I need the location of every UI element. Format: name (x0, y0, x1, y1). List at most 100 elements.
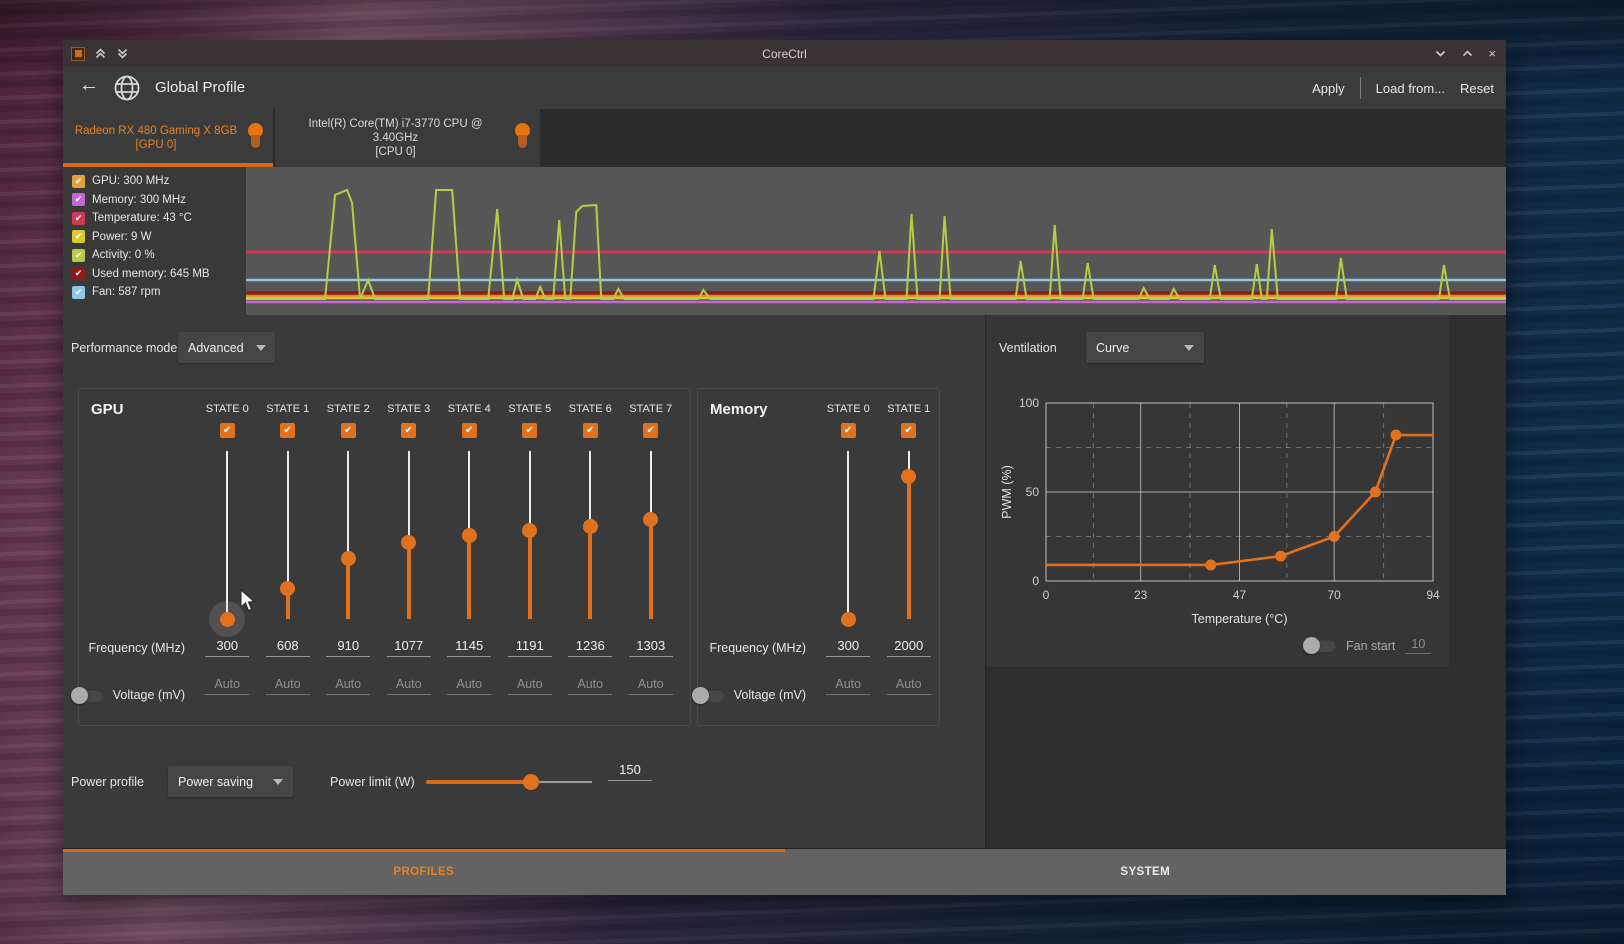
slider-handle[interactable] (280, 581, 295, 596)
load-from-button[interactable]: Load from... (1376, 81, 1445, 96)
gpu-voltage-value-0[interactable]: Auto (205, 677, 249, 695)
memory-voltage-toggle[interactable] (693, 689, 725, 702)
gpu-frequency-value-1[interactable]: 608 (266, 638, 310, 657)
gpu-voltage-value-2[interactable]: Auto (326, 677, 370, 695)
footer-tab-profiles[interactable]: PROFILES (63, 849, 785, 895)
memory-state-checkbox-0[interactable]: ✔ (841, 423, 856, 438)
gpu-state-checkbox-7[interactable]: ✔ (643, 423, 658, 438)
slider-handle[interactable] (341, 551, 356, 566)
slider-handle[interactable] (901, 469, 916, 484)
slider-handle[interactable] (583, 519, 598, 534)
device-tab-cpu[interactable]: Intel(R) Core(TM) i7-3770 CPU @ 3.40GHz[… (275, 109, 540, 167)
slider-handle[interactable] (523, 774, 539, 790)
minimize-button[interactable] (1434, 47, 1447, 60)
device-pin-icon (514, 123, 530, 148)
fan-curve-point-3[interactable] (1370, 487, 1381, 498)
legend-item[interactable]: ✔Memory: 300 MHz (63, 191, 246, 210)
gpu-state-slider-3[interactable] (379, 445, 440, 633)
legend-checkbox[interactable]: ✔ (72, 286, 85, 299)
legend-item[interactable]: ✔ Activity: 0 % (63, 246, 246, 265)
gpu-frequency-value-4[interactable]: 1145 (447, 638, 491, 657)
legend-checkbox[interactable]: ✔ (72, 230, 85, 243)
fan-curve-point-0[interactable] (1205, 559, 1216, 570)
legend-checkbox[interactable]: ✔ (72, 249, 85, 262)
device-tab-gpu[interactable]: Radeon RX 480 Gaming X 8GB[GPU 0] (63, 109, 273, 167)
device-tab-bar: Radeon RX 480 Gaming X 8GB[GPU 0]Intel(R… (63, 109, 1506, 167)
gpu-state-checkbox-2[interactable]: ✔ (341, 423, 356, 438)
back-button[interactable]: ← (79, 74, 99, 97)
slider-handle[interactable] (643, 512, 658, 527)
legend-checkbox[interactable]: ✔ (72, 175, 85, 188)
gpu-voltage-value-4[interactable]: Auto (447, 677, 491, 695)
chevron-down-icon (1184, 345, 1194, 351)
legend-item[interactable]: ✔ Used memory: 645 MB (63, 265, 246, 284)
ventilation-mode-dropdown[interactable]: Curve (1086, 332, 1204, 363)
gpu-state-checkbox-1[interactable]: ✔ (280, 423, 295, 438)
fan-start-toggle[interactable] (1304, 639, 1336, 652)
memory-frequency-value-1[interactable]: 2000 (887, 638, 931, 657)
slider-handle[interactable] (220, 612, 235, 627)
gpu-state-slider-2[interactable] (318, 445, 379, 633)
gpu-state-slider-1[interactable] (258, 445, 319, 633)
legend-item[interactable]: ✔GPU: 300 MHz (63, 172, 246, 191)
gpu-voltage-value-5[interactable]: Auto (508, 677, 552, 695)
shade-up-icon[interactable] (93, 47, 107, 61)
gpu-state-checkbox-3[interactable]: ✔ (401, 423, 416, 438)
reset-button[interactable]: Reset (1460, 81, 1494, 96)
slider-handle[interactable] (522, 523, 537, 538)
gpu-state-slider-5[interactable] (500, 445, 561, 633)
gpu-state-label-3: STATE 3 (379, 395, 440, 423)
close-button[interactable]: × (1488, 47, 1496, 60)
legend-item[interactable]: ✔Power: 9 W (63, 228, 246, 247)
memory-state-slider-1[interactable] (879, 445, 940, 633)
selected-tab-indicator (63, 849, 785, 852)
gpu-frequency-value-0[interactable]: 300 (205, 638, 249, 657)
performance-mode-dropdown[interactable]: Advanced (178, 332, 275, 363)
memory-voltage-value-0[interactable]: Auto (826, 677, 870, 695)
gpu-state-checkbox-5[interactable]: ✔ (522, 423, 537, 438)
legend-checkbox[interactable]: ✔ (72, 212, 85, 225)
fan-curve-point-1[interactable] (1275, 551, 1286, 562)
legend-checkbox[interactable]: ✔ (72, 193, 85, 206)
legend-label: Used memory: 645 MB (92, 268, 210, 280)
gpu-state-checkbox-0[interactable]: ✔ (220, 423, 235, 438)
gpu-frequency-value-7[interactable]: 1303 (629, 638, 673, 657)
legend-label: Activity: 0 % (92, 249, 155, 261)
gpu-states-group: GPUSTATE 0STATE 1STATE 2STATE 3STATE 4ST… (78, 388, 691, 726)
gpu-frequency-value-2[interactable]: 910 (326, 638, 370, 657)
gpu-voltage-toggle[interactable] (72, 689, 104, 702)
legend-item[interactable]: ✔Temperature: 43 °C (63, 209, 246, 228)
memory-voltage-value-1[interactable]: Auto (887, 677, 931, 695)
maximize-button[interactable] (1461, 47, 1474, 60)
gpu-frequency-value-3[interactable]: 1077 (387, 638, 431, 657)
gpu-frequency-value-5[interactable]: 1191 (508, 638, 552, 657)
power-limit-slider[interactable] (426, 773, 592, 791)
apply-button[interactable]: Apply (1312, 81, 1345, 96)
fan-curve-point-4[interactable] (1390, 430, 1401, 441)
gpu-voltage-value-3[interactable]: Auto (387, 677, 431, 695)
gpu-voltage-value-7[interactable]: Auto (629, 677, 673, 695)
power-profile-dropdown[interactable]: Power saving (168, 766, 293, 797)
memory-state-slider-0[interactable] (818, 445, 879, 633)
fan-curve-point-2[interactable] (1329, 531, 1340, 542)
gpu-frequency-value-6[interactable]: 1236 (568, 638, 612, 657)
power-limit-value[interactable]: 150 (608, 762, 652, 781)
fan-curve-chart[interactable]: 023477094050100Temperature (°C)PWM (%) (998, 391, 1458, 641)
legend-item[interactable]: ✔Fan: 587 rpm (63, 283, 246, 302)
gpu-voltage-value-1[interactable]: Auto (266, 677, 310, 695)
gpu-state-slider-6[interactable] (560, 445, 621, 633)
footer-tab-system[interactable]: SYSTEM (785, 849, 1507, 895)
memory-frequency-value-0[interactable]: 300 (826, 638, 870, 657)
legend-checkbox[interactable]: ✔ (72, 267, 85, 280)
slider-handle[interactable] (841, 612, 856, 627)
slider-handle[interactable] (401, 535, 416, 550)
fan-start-value[interactable]: 10 (1405, 637, 1431, 654)
slider-handle[interactable] (462, 528, 477, 543)
gpu-state-slider-7[interactable] (621, 445, 682, 633)
gpu-voltage-value-6[interactable]: Auto (568, 677, 612, 695)
shade-down-icon[interactable] (115, 47, 129, 61)
gpu-state-checkbox-4[interactable]: ✔ (462, 423, 477, 438)
gpu-state-checkbox-6[interactable]: ✔ (583, 423, 598, 438)
gpu-state-slider-4[interactable] (439, 445, 500, 633)
memory-state-checkbox-1[interactable]: ✔ (901, 423, 916, 438)
